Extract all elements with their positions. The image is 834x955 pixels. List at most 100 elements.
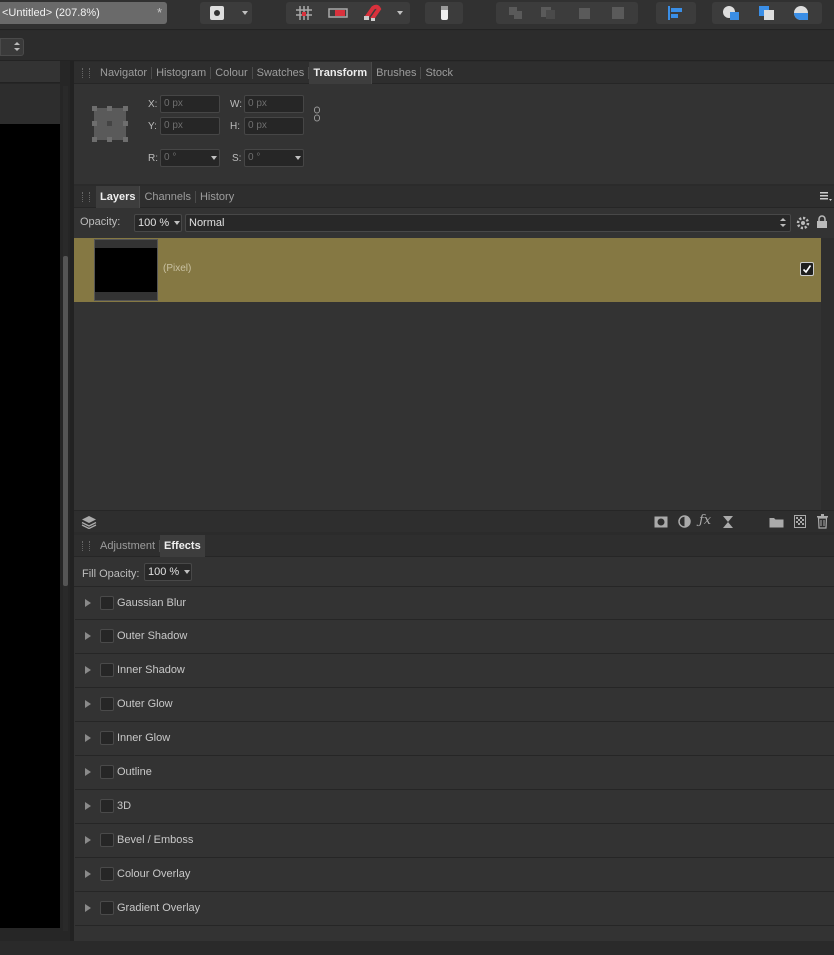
boolean-group — [712, 2, 822, 24]
mask-icon[interactable] — [654, 516, 668, 528]
panel-grip-icon[interactable] — [82, 191, 90, 202]
trash-icon[interactable] — [817, 514, 828, 529]
rotation-field[interactable]: 0 ° — [160, 149, 220, 167]
layer-visibility-checkbox[interactable] — [800, 262, 814, 276]
disclosure-arrow-icon[interactable] — [85, 700, 91, 708]
tab-brushes[interactable]: Brushes — [372, 66, 422, 79]
align-button[interactable] — [656, 2, 696, 24]
s-label: S: — [232, 153, 242, 164]
effect-checkbox[interactable] — [100, 833, 114, 847]
canvas-vertical-scrollbar[interactable] — [63, 86, 68, 931]
anchor-point-selector[interactable] — [92, 106, 128, 142]
disclosure-arrow-icon[interactable] — [85, 836, 91, 844]
document-tab[interactable]: <Untitled> (207.8%) * — [0, 2, 167, 24]
layer-row[interactable]: (Pixel) — [74, 238, 821, 302]
effect-row-gaussian-blur[interactable]: Gaussian Blur — [75, 587, 834, 620]
panel-menu-icon[interactable] — [820, 192, 832, 202]
folder-icon[interactable] — [769, 516, 784, 528]
effect-row-colour-overlay[interactable]: Colour Overlay — [75, 858, 834, 892]
tab-histogram[interactable]: Histogram — [152, 66, 212, 79]
panel-grip-icon[interactable] — [82, 540, 90, 551]
h-label: H: — [230, 121, 240, 132]
fx-icon[interactable]: ƒx — [699, 513, 715, 529]
chevron-down-icon — [174, 221, 180, 225]
document-title: <Untitled> (207.8%) — [2, 7, 100, 19]
tab-effects[interactable]: Effects — [160, 534, 205, 557]
shape-mode-button[interactable] — [200, 2, 252, 24]
shear-field[interactable]: 0 ° — [244, 149, 304, 167]
front-icon[interactable] — [610, 6, 626, 20]
tab-layers[interactable]: Layers — [96, 185, 141, 208]
subtract-shape-icon[interactable] — [758, 5, 776, 21]
pixel-layer-icon[interactable] — [794, 515, 806, 528]
effect-checkbox[interactable] — [100, 765, 114, 779]
effect-label: Outer Shadow — [117, 630, 188, 642]
canvas-ruler-strip — [0, 61, 60, 83]
effect-row-3d[interactable]: 3D — [75, 790, 834, 824]
tab-navigator[interactable]: Navigator — [96, 66, 153, 79]
tab-transform[interactable]: Transform — [309, 61, 373, 84]
panel-grip-icon[interactable] — [82, 67, 90, 78]
effect-checkbox[interactable] — [100, 901, 114, 915]
w-field[interactable]: 0 px — [244, 95, 304, 113]
x-field[interactable]: 0 px — [160, 95, 220, 113]
lock-icon[interactable] — [816, 215, 828, 229]
effect-checkbox[interactable] — [100, 596, 114, 610]
chevron-down-icon[interactable] — [397, 11, 403, 15]
backward-icon[interactable] — [540, 6, 556, 20]
forward-icon[interactable] — [576, 6, 592, 20]
canvas-document[interactable] — [0, 124, 60, 928]
lock-aspect-chain-icon[interactable] — [314, 106, 320, 122]
grid-icon[interactable] — [296, 6, 312, 20]
layers-stack-icon[interactable] — [81, 515, 97, 530]
magnet-snapping-icon[interactable] — [362, 4, 382, 22]
h-field[interactable]: 0 px — [244, 117, 304, 135]
effect-checkbox[interactable] — [100, 629, 114, 643]
fill-opacity-dropdown[interactable]: 100 % — [144, 563, 192, 581]
pixel-snap-icon[interactable] — [328, 7, 348, 19]
disclosure-arrow-icon[interactable] — [85, 904, 91, 912]
down-arrow-icon — [780, 224, 786, 227]
tab-swatches[interactable]: Swatches — [253, 66, 310, 79]
effect-checkbox[interactable] — [100, 697, 114, 711]
layers-scrollbar[interactable] — [821, 238, 834, 510]
disclosure-arrow-icon[interactable] — [85, 768, 91, 776]
y-field[interactable]: 0 px — [160, 117, 220, 135]
assistant-button[interactable] — [425, 2, 463, 24]
effect-checkbox[interactable] — [100, 867, 114, 881]
arrange-group — [496, 2, 638, 24]
effect-row-inner-glow[interactable]: Inner Glow — [75, 722, 834, 756]
blend-mode-dropdown[interactable]: Normal — [185, 214, 791, 232]
disclosure-arrow-icon[interactable] — [85, 870, 91, 878]
tab-history[interactable]: History — [196, 191, 238, 203]
effect-row-bevel-emboss[interactable]: Bevel / Emboss — [75, 824, 834, 858]
disclosure-arrow-icon[interactable] — [85, 632, 91, 640]
scrollbar-thumb[interactable] — [63, 256, 68, 586]
disclosure-arrow-icon[interactable] — [85, 802, 91, 810]
back-icon[interactable] — [508, 6, 524, 20]
disclosure-arrow-icon[interactable] — [85, 666, 91, 674]
gear-icon[interactable] — [796, 216, 810, 230]
tab-channels[interactable]: Channels — [140, 190, 196, 203]
adjustment-icon[interactable] — [678, 515, 691, 528]
opacity-label: Opacity: — [80, 216, 121, 228]
effect-label: Colour Overlay — [117, 868, 191, 880]
tab-stock[interactable]: Stock — [421, 67, 457, 79]
effect-row-outer-shadow[interactable]: Outer Shadow — [75, 620, 834, 654]
opacity-dropdown[interactable]: 100 % — [134, 214, 182, 232]
disclosure-arrow-icon[interactable] — [85, 734, 91, 742]
effect-row-inner-shadow[interactable]: Inner Shadow — [75, 654, 834, 688]
effect-row-outline[interactable]: Outline — [75, 756, 834, 790]
intersect-shape-icon[interactable] — [792, 5, 810, 21]
tab-adjustment[interactable]: Adjustment — [96, 539, 161, 552]
live-filter-icon[interactable] — [722, 515, 734, 529]
tab-colour[interactable]: Colour — [211, 66, 253, 79]
disclosure-arrow-icon[interactable] — [85, 599, 91, 607]
effect-checkbox[interactable] — [100, 663, 114, 677]
effect-row-outer-glow[interactable]: Outer Glow — [75, 688, 834, 722]
effect-checkbox[interactable] — [100, 799, 114, 813]
effect-checkbox[interactable] — [100, 731, 114, 745]
add-shape-icon[interactable] — [722, 5, 740, 21]
effect-row-gradient-overlay[interactable]: Gradient Overlay — [75, 892, 834, 926]
context-stepper[interactable] — [0, 38, 24, 56]
